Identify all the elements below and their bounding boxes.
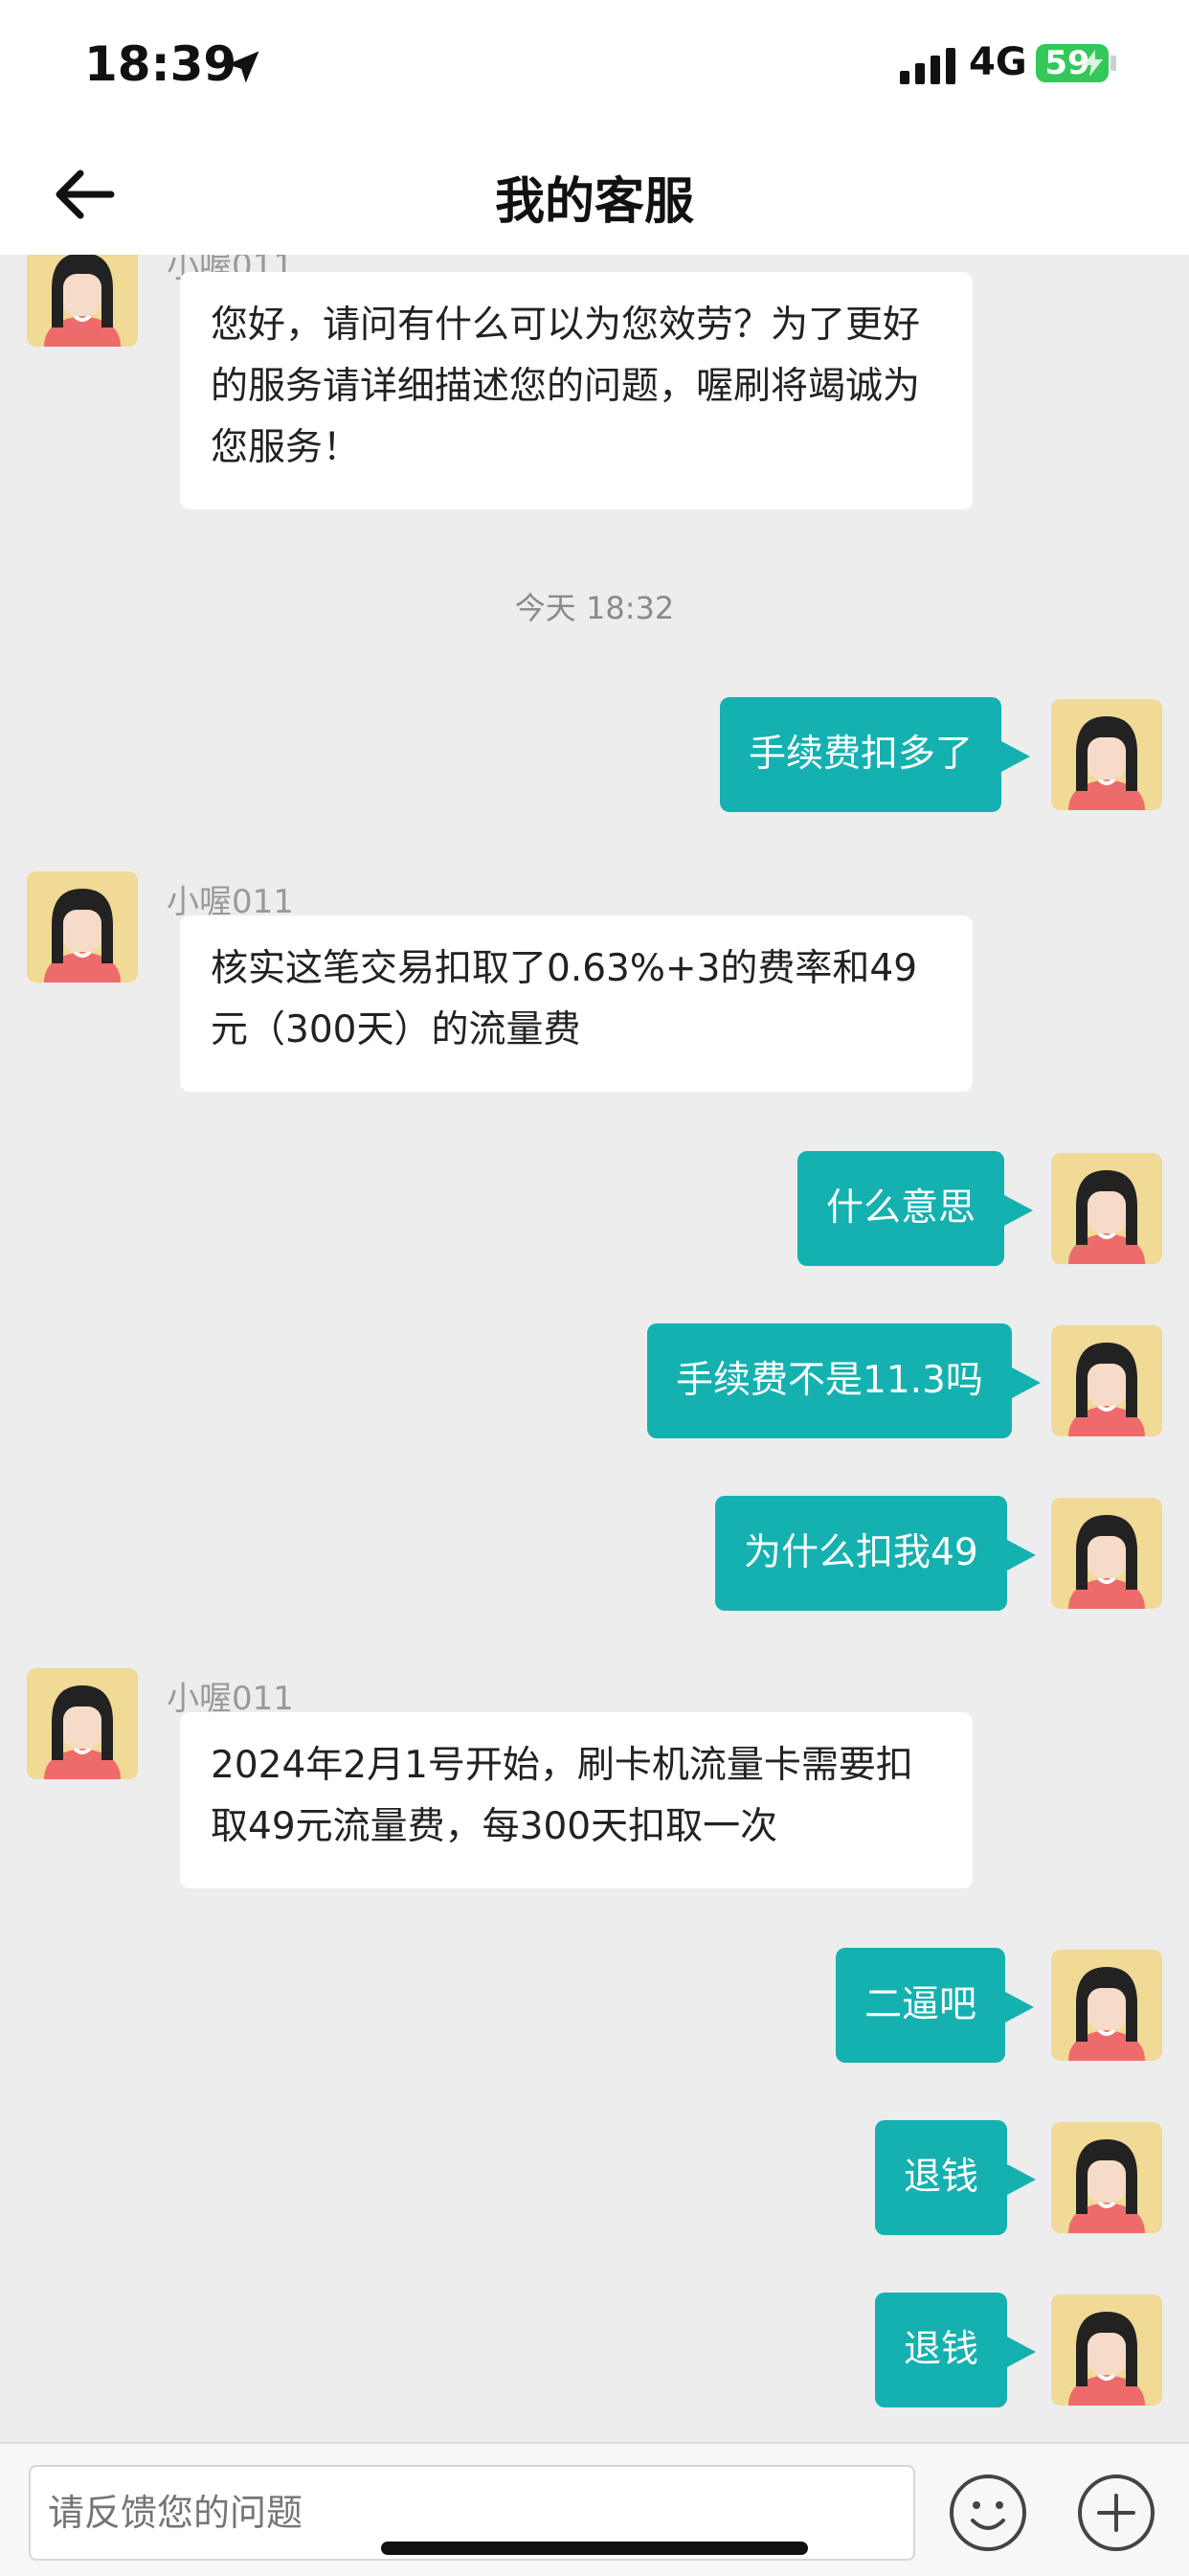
input-bar: [0, 2442, 1189, 2576]
message-bubble-incoming[interactable]: 核实这笔交易扣取了0.63%+3的费率和49元（300天）的流量费: [180, 915, 973, 1092]
girl-avatar-icon: [1051, 1325, 1162, 1436]
message-bubble-outgoing[interactable]: 退钱: [875, 2293, 1037, 2407]
message-bubble-outgoing[interactable]: 什么意思: [797, 1151, 1034, 1266]
user-avatar[interactable]: [1051, 1498, 1162, 1609]
girl-avatar-icon: [1051, 1153, 1162, 1264]
smiley-icon[interactable]: [948, 2473, 1028, 2553]
message-bubble-outgoing[interactable]: 手续费不是11.3吗: [647, 1323, 1041, 1438]
user-avatar[interactable]: [1051, 699, 1162, 810]
message-bubble-outgoing[interactable]: 为什么扣我49: [715, 1496, 1036, 1611]
girl-avatar-icon: [27, 871, 138, 983]
status-bar: 18:39 4G 59: [0, 0, 1189, 134]
girl-avatar-icon: [1051, 1498, 1162, 1609]
agent-avatar[interactable]: [27, 871, 138, 983]
girl-avatar-icon: [1051, 2122, 1162, 2233]
charging-bolt-icon: [1084, 50, 1103, 77]
location-arrow-icon: [227, 51, 259, 83]
network-type: 4G: [969, 40, 1027, 84]
user-avatar[interactable]: [1051, 1950, 1162, 2061]
battery-tip: [1110, 56, 1116, 71]
message-bubble-outgoing[interactable]: 退钱: [875, 2120, 1037, 2235]
page-title: 我的客服: [494, 173, 694, 231]
user-avatar[interactable]: [1051, 2294, 1162, 2406]
girl-avatar-icon: [1051, 1950, 1162, 2061]
user-avatar[interactable]: [1051, 2122, 1162, 2233]
message-bubble-outgoing[interactable]: 手续费扣多了: [720, 697, 1031, 812]
home-indicator[interactable]: [381, 2542, 808, 2555]
message-bubble-outgoing[interactable]: 二逼吧: [836, 1948, 1035, 2063]
agent-avatar[interactable]: [27, 1668, 138, 1779]
message-bubble-incoming[interactable]: 2024年2月1号开始，刷卡机流量卡需要扣取49元流量费，每300天扣取一次: [180, 1712, 973, 1888]
message-bubble-incoming[interactable]: 您好，请问有什么可以为您效劳？为了更好的服务请详细描述您的问题，喔刷将竭诚为您服…: [180, 272, 973, 509]
signal-icon: [900, 48, 955, 84]
girl-avatar-icon: [1051, 699, 1162, 810]
status-time: 18:39: [84, 36, 237, 92]
agent-avatar[interactable]: [27, 255, 138, 347]
user-avatar[interactable]: [1051, 1325, 1162, 1436]
girl-avatar-icon: [1051, 2294, 1162, 2406]
girl-avatar-icon: [27, 255, 138, 347]
nav-bar: 我的客服: [0, 134, 1189, 255]
girl-avatar-icon: [27, 1668, 138, 1779]
user-avatar[interactable]: [1051, 1153, 1162, 1264]
plus-icon[interactable]: [1076, 2473, 1156, 2553]
chat-area[interactable]: 小喔011 您好，请问有什么可以为您效劳？为了更好的服务请详细描述您的问题，喔刷…: [0, 255, 1189, 2442]
message-timestamp: 今天 18:32: [514, 590, 675, 626]
